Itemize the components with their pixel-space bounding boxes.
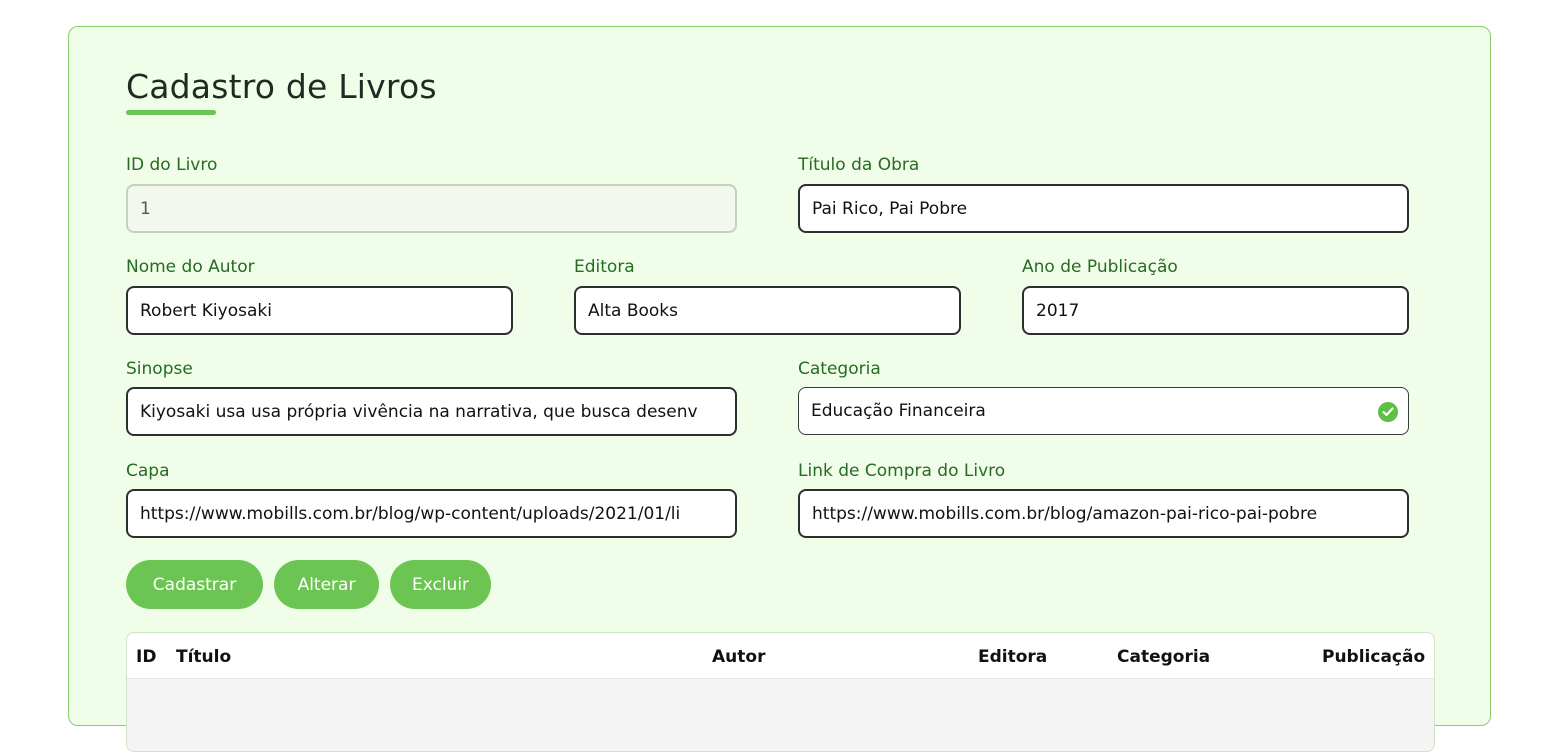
categoria-selected-value: Educação Financeira [811,401,986,421]
page-title: Cadastro de Livros [126,67,437,106]
table-header-editora: Editora [978,647,1048,667]
autor-label: Nome do Autor [126,257,255,277]
editora-label: Editora [574,257,635,277]
id-field[interactable] [126,184,737,233]
ano-field[interactable] [1022,286,1409,335]
table-header-publicacao: Publicação [1322,647,1426,667]
ano-label: Ano de Publicação [1022,257,1178,277]
categoria-label: Categoria [798,359,881,379]
editora-field[interactable] [574,286,961,335]
capa-label: Capa [126,461,170,481]
autor-field[interactable] [126,286,513,335]
titulo-field[interactable] [798,184,1409,233]
table-row[interactable] [127,678,1434,751]
table-header-id: ID [136,647,157,667]
title-underline [126,110,216,115]
excluir-button[interactable]: Excluir [390,560,491,609]
table-header-titulo: Título [176,647,232,667]
table-header-categoria: Categoria [1117,647,1211,667]
link-compra-field[interactable] [798,489,1409,538]
check-circle-icon [1378,402,1398,422]
cadastrar-button[interactable]: Cadastrar [126,560,263,609]
sinopse-field[interactable] [126,387,737,436]
id-label: ID do Livro [126,155,218,175]
link-label: Link de Compra do Livro [798,461,1006,481]
books-table: ID Título Autor Editora Categoria Public… [126,632,1435,752]
sinopse-label: Sinopse [126,359,193,379]
book-form-card: Cadastro de Livros ID do Livro Título da… [68,26,1491,752]
table-header-autor: Autor [712,647,766,667]
alterar-button[interactable]: Alterar [274,560,379,609]
capa-field[interactable] [126,489,737,538]
categoria-select[interactable]: Educação Financeira [798,387,1409,435]
titulo-label: Título da Obra [798,155,920,175]
